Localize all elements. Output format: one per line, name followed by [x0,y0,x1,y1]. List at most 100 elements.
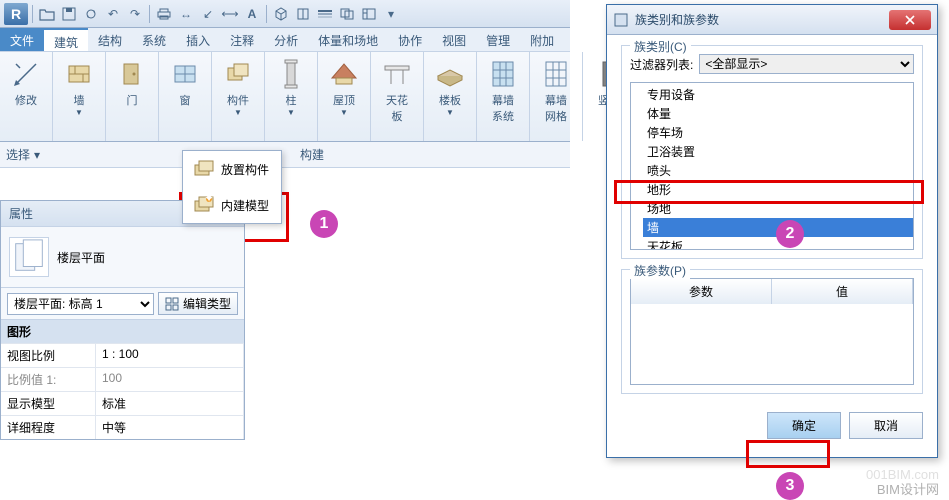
ribbon-幕墙网格[interactable]: 幕墙网格 [532,56,580,126]
open-icon[interactable] [37,4,57,24]
category-group-label: 族类别(C) [630,38,691,55]
menu-系统[interactable]: 系统 [132,28,176,51]
ribbon-修改[interactable]: 修改 [2,56,50,110]
chevron-down-icon: ▼ [446,108,454,117]
close-icon [904,14,916,26]
prop-value[interactable]: 1 : 100 [96,343,244,367]
separator [266,5,267,23]
prop-value[interactable]: 标准 [96,391,244,415]
category-item[interactable]: 专用设备 [643,85,913,104]
edit-type-button[interactable]: 编辑类型 [158,292,238,315]
properties-panel: 属性 楼层平面 楼层平面: 标高 1 编辑类型 图形 视图比例1 : 100比例… [0,200,245,440]
3d-icon[interactable] [271,4,291,24]
param-head-value: 值 [772,279,913,304]
prop-key: 视图比例 [1,343,96,367]
menu-附加[interactable]: 附加 [520,28,564,51]
category-item[interactable]: 体量 [643,104,913,123]
ribbon-icon [116,58,148,90]
menu-注释[interactable]: 注释 [220,28,264,51]
annotation-badge-2: 2 [776,220,804,248]
close-view-icon[interactable] [337,4,357,24]
ribbon-门[interactable]: 门 [108,56,156,110]
inplace-model-item[interactable]: ✦ 内建模型 [183,187,281,223]
chevron-down-icon: ▼ [234,108,242,117]
build-panel-label: 构建 [300,146,324,163]
sync-icon[interactable] [81,4,101,24]
quick-access-toolbar: R ↶ ↷ ↔ ↙ ⟷ A ▾ [0,0,570,28]
separator [32,5,33,23]
dimension-icon[interactable]: ⟷ [220,4,240,24]
close-button[interactable] [889,10,931,30]
menu-分析[interactable]: 分析 [264,28,308,51]
instance-select[interactable]: 楼层平面: 标高 1 [7,293,154,315]
dialog-icon [613,12,629,28]
dialog-titlebar[interactable]: 族类别和族参数 [607,5,937,35]
edit-type-label: 编辑类型 [183,295,231,312]
menu-插入[interactable]: 插入 [176,28,220,51]
switch-windows-icon[interactable] [359,4,379,24]
params-group: 族参数(P) 参数 值 [621,269,923,394]
align-icon[interactable]: ↙ [198,4,218,24]
svg-text:✦: ✦ [204,193,214,205]
family-category-dialog: 族类别和族参数 族类别(C) 过滤器列表: <全部显示> 专用设备体量停车场卫浴… [606,4,938,458]
prop-key: 比例值 1: [1,367,96,391]
print-icon[interactable] [154,4,174,24]
ribbon-label: 幕墙系统 [492,92,514,124]
ribbon-柱[interactable]: 柱▼ [267,56,315,119]
ribbon-icon [169,58,201,90]
ribbon-楼板[interactable]: 楼板▼ [426,56,474,119]
prop-value[interactable]: 中等 [96,415,244,439]
prop-key: 显示模型 [1,391,96,415]
place-component-item[interactable]: 放置构件 [183,151,281,187]
ribbon-屋顶[interactable]: 屋顶▼ [320,56,368,119]
category-list[interactable]: 专用设备体量停车场卫浴装置喷头地形场地墙天花板安全设备家具家具系统屋顶 [630,82,914,250]
chevron-down-icon[interactable]: ▾ [34,148,40,162]
ribbon-icon [275,58,307,90]
chevron-down-icon[interactable]: ▾ [381,4,401,24]
save-icon[interactable] [59,4,79,24]
menu-bar: 文件建筑结构系统插入注释分析体量和场地协作视图管理附加 [0,28,570,52]
params-table: 参数 值 [630,278,914,385]
menu-结构[interactable]: 结构 [88,28,132,51]
cancel-button[interactable]: 取消 [849,412,923,439]
app-logo[interactable]: R [4,3,28,25]
category-item[interactable]: 喷头 [643,161,913,180]
params-group-label: 族参数(P) [630,262,690,279]
ribbon-窗[interactable]: 窗 [161,56,209,110]
chevron-down-icon: ▼ [287,108,295,117]
props-category-graphics[interactable]: 图形 [1,319,244,343]
menu-管理[interactable]: 管理 [476,28,520,51]
ribbon-构件[interactable]: 构件▼ [214,56,262,119]
section-icon[interactable] [293,4,313,24]
category-item[interactable]: 停车场 [643,123,913,142]
ribbon-天花板[interactable]: 天花板 [373,56,421,126]
ribbon-幕墙系统[interactable]: 幕墙系统 [479,56,527,126]
undo-icon[interactable]: ↶ [103,4,123,24]
type-name: 楼层平面 [57,249,105,266]
menu-文件[interactable]: 文件 [0,28,44,51]
edit-type-icon [165,297,179,311]
prop-value[interactable]: 100 [96,367,244,391]
ribbon-墙[interactable]: 墙▼ [55,56,103,119]
redo-icon[interactable]: ↷ [125,4,145,24]
menu-建筑[interactable]: 建筑 [44,28,88,51]
ribbon-label: 墙 [74,92,85,108]
ok-button[interactable]: 确定 [767,412,841,439]
measure-icon[interactable]: ↔ [176,4,196,24]
category-item[interactable]: 场地 [643,199,913,218]
chevron-down-icon: ▼ [75,108,83,117]
place-component-icon [191,157,215,181]
menu-体量和场地[interactable]: 体量和场地 [308,28,388,51]
text-icon[interactable]: A [242,4,262,24]
filter-select[interactable]: <全部显示> [699,54,914,74]
params-body [631,304,913,384]
dropdown-item-label: 放置构件 [221,161,269,178]
type-selector[interactable]: 楼层平面 [1,227,244,287]
menu-视图[interactable]: 视图 [432,28,476,51]
prop-key: 详细程度 [1,415,96,439]
thin-lines-icon[interactable] [315,4,335,24]
category-item[interactable]: 地形 [643,180,913,199]
menu-协作[interactable]: 协作 [388,28,432,51]
chevron-down-icon: ▼ [340,108,348,117]
category-item[interactable]: 卫浴装置 [643,142,913,161]
